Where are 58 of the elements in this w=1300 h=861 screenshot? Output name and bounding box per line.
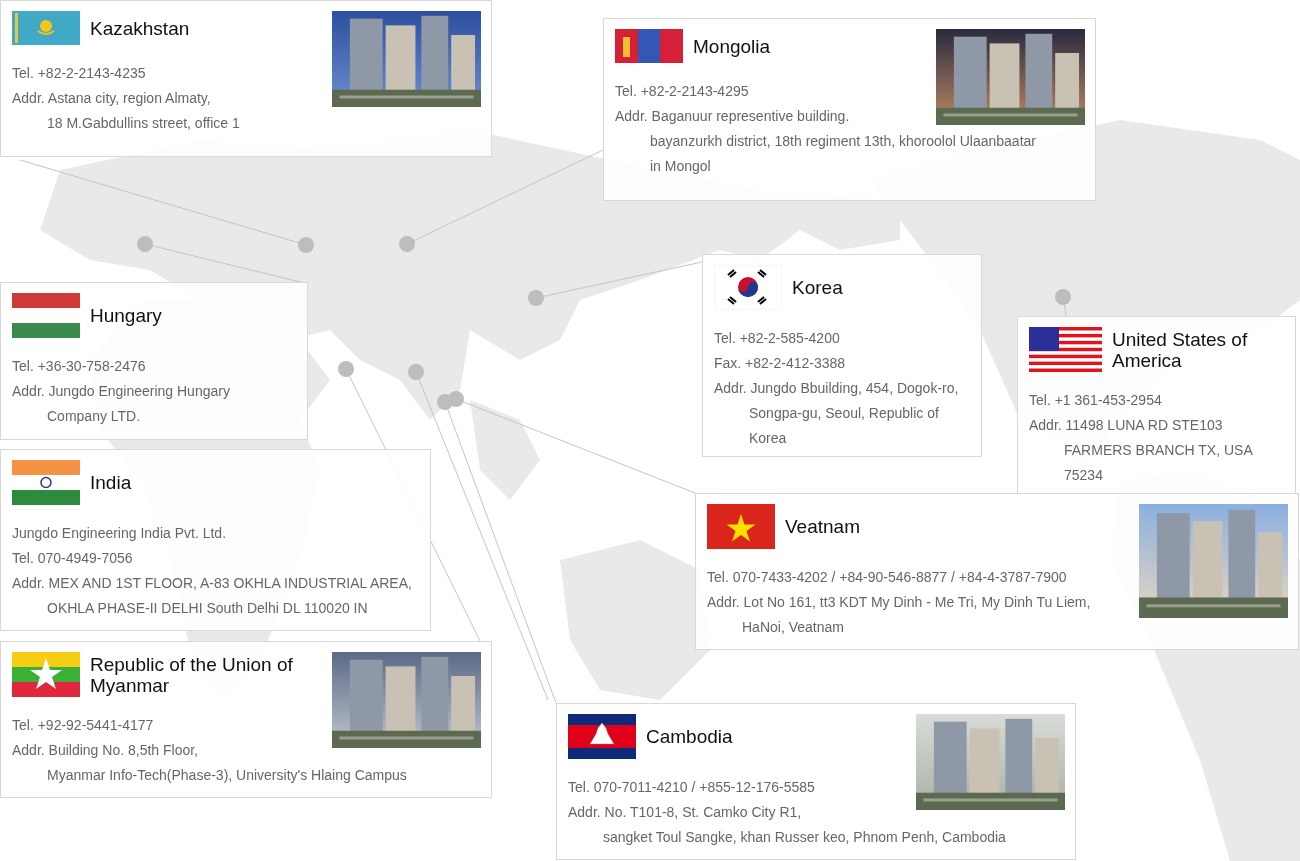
contact-line: Fax. +82-2-412-3388 [714,354,847,373]
flag-icon [615,29,683,63]
country-name: Hungary [90,305,162,326]
address-line: sangket Toul Sangke, khan Russer keo, Phnom Penh, Cambodia [602,828,1007,847]
contact-line: Addr. Astana city, region Almaty, [12,89,212,108]
address-line: Myanmar Info-Tech(Phase-3), University's Hlaing Campus [46,766,408,785]
contact-line: Tel. +82-2-585-4200 [714,329,841,348]
country-name: India [90,472,132,493]
contact-line: Tel. +36-30-758-2476 [12,357,147,376]
map-dot [528,290,544,306]
contact-line: Addr. Lot No 161, tt3 KDT My Dinh - Me Tri, My Dinh Tu Liem, [707,593,1092,612]
contact-line: Addr. No. T101-8, St. Camko City R1, [568,803,803,822]
country-name: Korea [792,277,843,298]
contact-line: Jungdo Engineering India Pvt. Ltd. [12,524,228,543]
map-dot [408,364,424,380]
contact-line: Tel. +1 361-453-2954 [1029,391,1163,410]
flag-icon [12,460,80,505]
flag-icon [707,504,775,549]
country-name: Veatnam [785,516,860,537]
address-line: OKHLA PHASE-II DELHI South Delhi DL 110020 IN [46,599,369,618]
flag-icon [12,652,80,697]
flag-icon [12,293,80,338]
address-line: Songpa-gu, Seoul, Republic of [748,404,940,423]
address-line: bayanzurkh district, 18th regiment 13th, khoroolol Ulaanbaatar [649,132,1037,151]
contact-line: Tel. 070-4949-7056 [12,549,134,568]
address-line: in Mongol [649,157,712,176]
contact-line: Addr. Baganuur representive building. [615,107,851,126]
contact-line: Addr. Building No. 8,5th Floor, [12,741,199,760]
map-dot [338,361,354,377]
flag-icon [568,714,636,759]
address-line: Korea [748,429,788,448]
address-line: HaNoi, Veatnam [741,618,845,637]
map-dot [137,236,153,252]
contact-line: Tel. 070-7011-4210 / +855-12-176-5585 [568,778,816,797]
country-name: Cambodia [646,726,733,747]
contact-line: Addr. MEX AND 1ST FLOOR, A-83 OKHLA INDUSTRIAL AREA, [12,574,413,593]
country-name: Kazakhstan [90,17,190,39]
country-name: United States of America [1112,328,1249,371]
country-name: Mongolia [693,35,771,57]
address-line: FARMERS BRANCH TX, USA [1063,441,1254,460]
contact-line: Tel. 070-7433-4202 / +84-90-546-8877 / +84-4-3787-7900 [707,568,1068,587]
country-name: Republic of the Union of Myanmar [90,653,294,696]
flag-icon [1029,327,1102,372]
contact-line: Tel. +82-2-2143-4235 [12,64,147,83]
flag-icon [714,265,782,310]
address-line: 75234 [1063,466,1104,485]
map-dot [448,391,464,407]
contact-line: Tel. +82-2-2143-4295 [615,82,750,101]
contact-line: Addr. Jungdo Bbuilding, 454, Dogok-ro, [714,379,960,398]
address-line: Company LTD. [46,407,142,426]
flag-icon [12,11,80,45]
address-line: 18 M.Gabdullins street, office 1 [46,114,241,133]
contact-line: Tel. +92-92-5441-4177 [12,716,155,735]
contact-line: Addr. 11498 LUNA RD STE103 [1029,416,1224,435]
map-dot [298,237,314,253]
map-dot [1055,289,1071,305]
contact-line: Addr. Jungdo Engineering Hungary [12,382,231,401]
map-dot [399,236,415,252]
